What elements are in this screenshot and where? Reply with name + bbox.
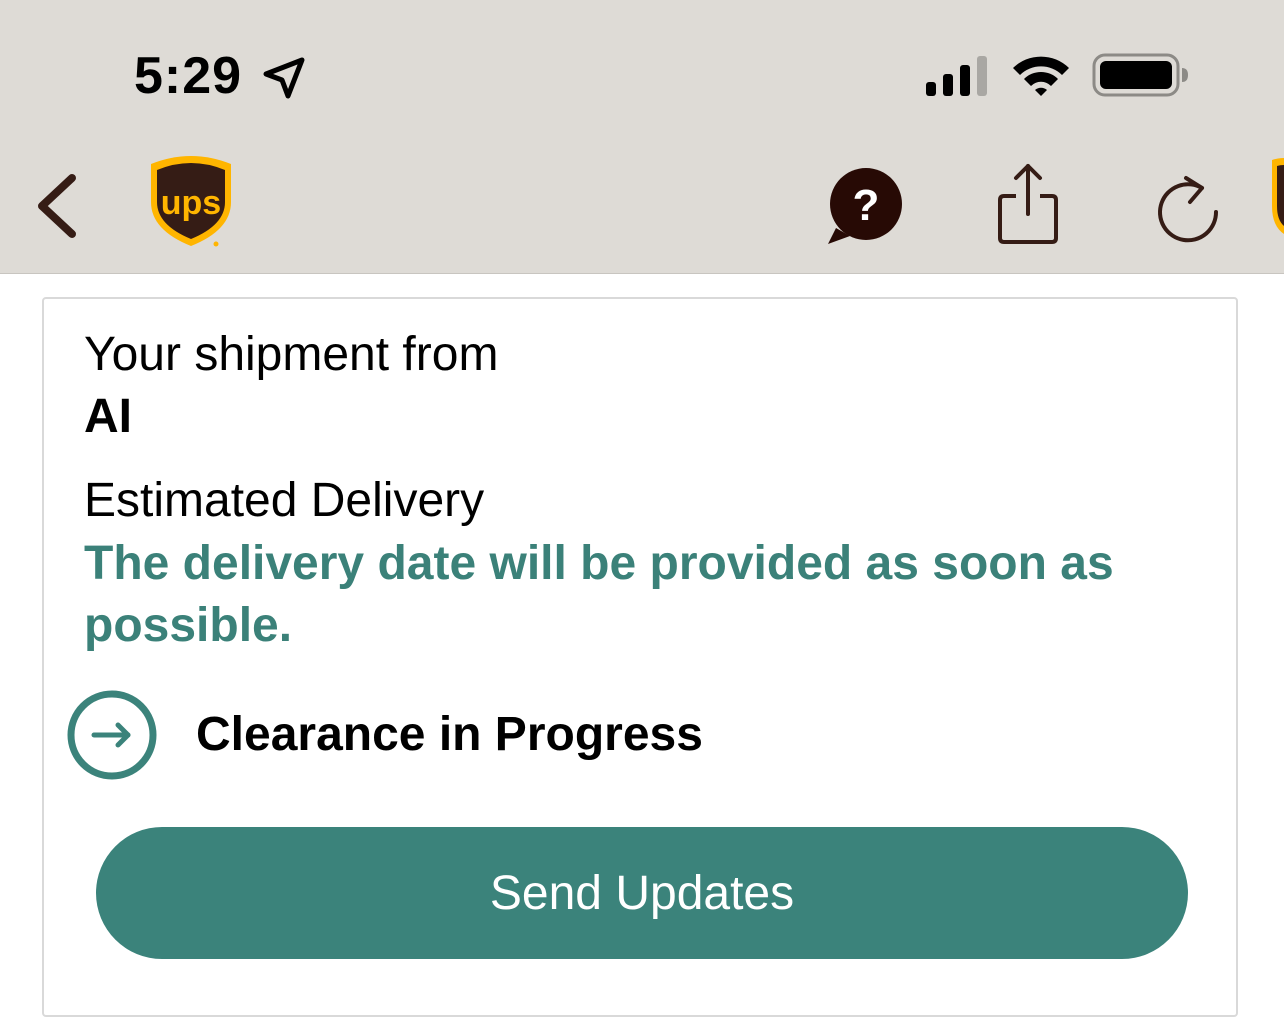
svg-text:?: ? <box>853 181 880 230</box>
shipment-from-label: Your shipment from <box>84 328 499 381</box>
status-time: 5:29 <box>134 47 243 105</box>
top-bar: 5:29 ups ? <box>0 0 1284 274</box>
cellular-signal-icon <box>926 56 987 96</box>
svg-text:ups: ups <box>161 184 221 222</box>
location-arrow-icon <box>263 57 305 99</box>
arrow-right-circle-icon <box>67 690 157 780</box>
send-updates-button[interactable]: Send Updates <box>96 827 1188 959</box>
shipment-card: Your shipment from AI Estimated Delivery… <box>42 297 1238 1017</box>
estimated-delivery-value: The delivery date will be provided as so… <box>84 537 1114 652</box>
shipment-status: Clearance in Progress <box>196 708 703 761</box>
help-button[interactable]: ? <box>824 166 904 246</box>
wifi-icon <box>1013 56 1069 96</box>
share-button[interactable] <box>994 160 1062 246</box>
shipment-sender: AI <box>84 390 132 443</box>
shipment-status-row: Clearance in Progress <box>66 689 703 781</box>
ups-logo-partial <box>1272 158 1284 234</box>
battery-icon <box>1092 53 1188 97</box>
refresh-button[interactable] <box>1152 164 1224 244</box>
back-button[interactable] <box>26 166 96 246</box>
estimated-delivery-label: Estimated Delivery <box>84 474 485 527</box>
ups-logo: ups <box>151 156 231 247</box>
